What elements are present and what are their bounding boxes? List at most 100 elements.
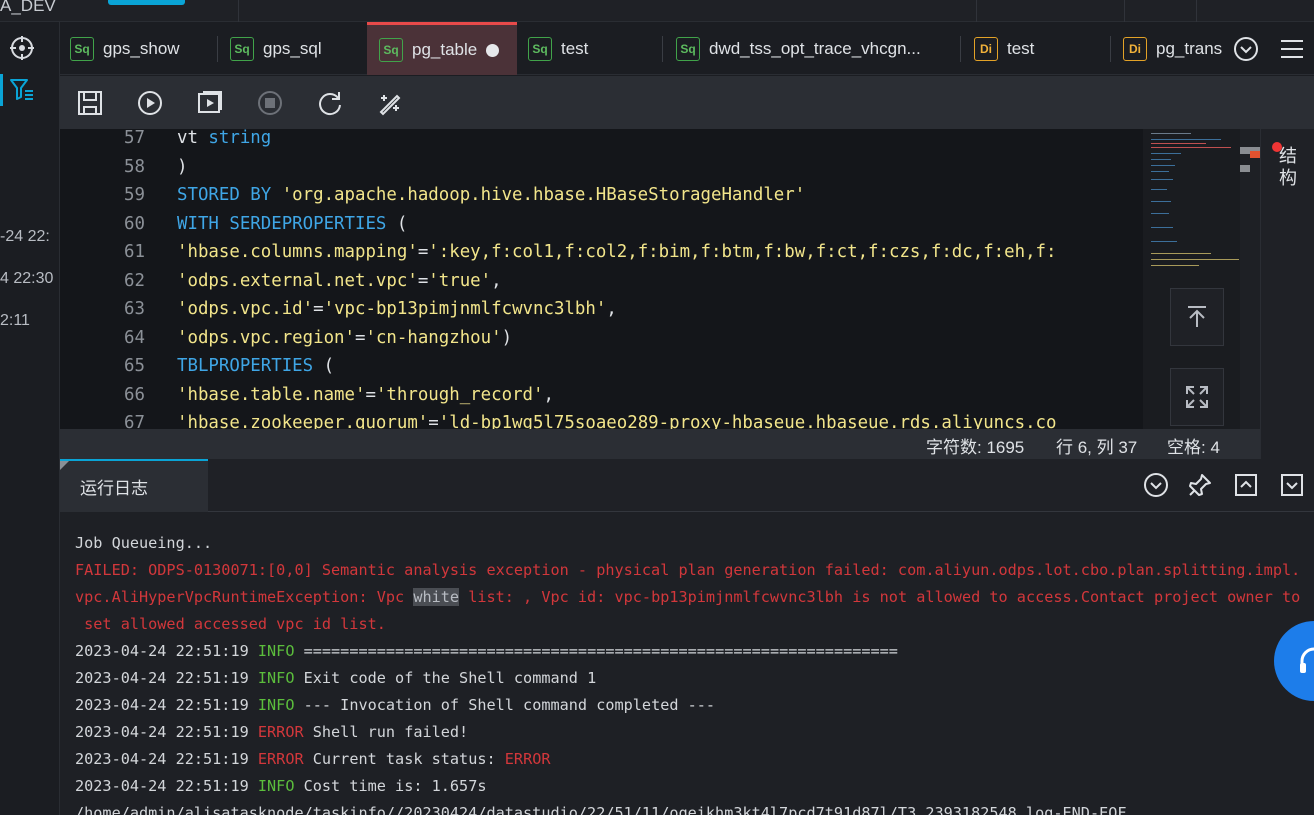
tab-label: pg_trans xyxy=(1156,38,1223,58)
tab-label: test xyxy=(1007,38,1035,58)
minimap-line xyxy=(1151,147,1231,148)
divider xyxy=(1124,0,1125,22)
tab-label: gps_sql xyxy=(263,38,322,58)
sql-file-icon: Sq xyxy=(70,36,94,61)
code-punctuation: = xyxy=(355,327,366,348)
menu-icon[interactable] xyxy=(1279,37,1305,61)
log-output[interactable]: Job Queueing... FAILED: ODPS-0130071:[0,… xyxy=(60,512,1314,815)
code-punctuation: = xyxy=(417,242,429,262)
code-line: 62 'odps.external.net.vpc'='true', xyxy=(60,267,1143,296)
di-file-icon: Di xyxy=(974,36,998,61)
code-text: 'hbase.zookeeper.quorum'='ld-bp1wg5l75so… xyxy=(177,409,1057,429)
code-line: 64 'odps.vpc.region'='cn-hangzhou') xyxy=(60,324,1143,353)
collapse-circle-icon[interactable] xyxy=(1142,471,1170,499)
log-timestamp: 2023-04-24 22:51:19 xyxy=(75,777,249,795)
line-number: 62 xyxy=(124,270,145,291)
line-number: 64 xyxy=(124,327,145,348)
log-text: vpc.AliHyperVpcRuntimeException: Vpc xyxy=(75,588,414,606)
tab-divider xyxy=(1110,36,1111,62)
left-rail: -24 22: 4 22:30 2:11 xyxy=(0,22,60,815)
pin-icon[interactable] xyxy=(1186,471,1214,499)
char-count: 字符数: 1695 xyxy=(926,438,1025,457)
filter-icon[interactable] xyxy=(0,72,44,108)
tab-pg-trans[interactable]: Di pg_trans xyxy=(1123,22,1222,75)
log-line: 2023-04-24 22:51:19 INFO Exit code of th… xyxy=(75,665,596,692)
minimap-line xyxy=(1151,153,1181,154)
minimize-panel-icon[interactable] xyxy=(1278,471,1306,499)
chevron-down-icon[interactable] xyxy=(1233,36,1259,62)
cursor-position[interactable]: 行 6, 列 37 xyxy=(1056,433,1137,458)
top-strip: A_DEV xyxy=(0,0,1314,22)
code-string: 'hbase.columns.mapping' xyxy=(177,242,418,262)
code-string: 'hbase.table.name' xyxy=(177,384,366,405)
log-line: Job Queueing... xyxy=(75,534,213,552)
log-level: INFO xyxy=(257,642,295,660)
code-punctuation: = xyxy=(365,384,376,405)
code-editor[interactable]: 57 vt string 58) 59 STORED BY 'org.apache.… xyxy=(60,129,1143,429)
code-text: WITH SERDEPROPERTIES ( xyxy=(177,210,407,239)
tab-gps-sql[interactable]: Sq gps_sql xyxy=(230,22,322,75)
scroll-to-top-button[interactable] xyxy=(1170,288,1224,346)
scroll-marker xyxy=(1240,165,1250,172)
save-icon[interactable] xyxy=(75,88,105,118)
divider xyxy=(238,0,239,22)
tab-gps-show[interactable]: Sq gps_show xyxy=(70,22,180,75)
structure-label[interactable]: 结构 xyxy=(1279,145,1299,189)
code-punctuation: , xyxy=(491,270,502,291)
tab-dwd-tss-opt-trace[interactable]: Sq dwd_tss_opt_trace_vhcgn... xyxy=(676,22,921,75)
line-number: 67 xyxy=(124,413,145,429)
log-message: Cost time is: 1.657s xyxy=(294,777,487,795)
stop-icon[interactable] xyxy=(255,88,285,118)
headset-icon xyxy=(1300,647,1314,673)
log-level: INFO xyxy=(257,777,295,795)
code-text: 'odps.vpc.id'='vpc-bp13pimjnmlfcwvnc3lbh… xyxy=(177,295,617,324)
search-highlight: white xyxy=(413,588,460,606)
minimap-line xyxy=(1151,139,1221,140)
tab-test-di[interactable]: Di test xyxy=(974,22,1034,75)
fullscreen-button[interactable] xyxy=(1170,368,1224,426)
indent-setting[interactable]: 空格: 4 xyxy=(1167,433,1220,458)
editor-scrollbar[interactable] xyxy=(1240,129,1260,429)
log-message: Exit code of the Shell command 1 xyxy=(294,669,597,687)
code-line: 66 'hbase.table.name'='through_record', xyxy=(60,381,1143,410)
run-icon[interactable] xyxy=(135,88,165,118)
line-number: 57 xyxy=(124,129,145,148)
tab-divider xyxy=(217,36,218,62)
tab-pg-table[interactable]: Sq pg_table xyxy=(367,22,517,75)
log-line-error: vpc.AliHyperVpcRuntimeException: Vpc whi… xyxy=(75,584,1300,611)
maximize-panel-icon[interactable] xyxy=(1232,471,1260,499)
unsaved-dot-icon[interactable] xyxy=(486,43,500,57)
code-line: 58) xyxy=(60,153,1143,182)
minimap-line xyxy=(1151,171,1169,172)
editor-toolbar xyxy=(60,76,1314,129)
code-string: 'cn-hangzhou' xyxy=(365,327,502,348)
refresh-icon[interactable] xyxy=(315,88,345,118)
tab-run-log[interactable]: 运行日志 xyxy=(60,459,208,512)
code-punctuation: , xyxy=(543,384,554,405)
log-line: 2023-04-24 22:51:19 INFO --- Invocation … xyxy=(75,692,715,719)
log-level: INFO xyxy=(257,696,295,714)
format-icon[interactable] xyxy=(375,88,405,118)
code-line: 59 STORED BY 'org.apache.hadoop.hive.hbas… xyxy=(60,181,1143,210)
code-punctuation: = xyxy=(417,270,429,291)
structure-panel[interactable]: 结构 xyxy=(1260,129,1314,459)
log-timestamp: 2023-04-24 22:51:19 xyxy=(75,750,249,768)
crosshair-icon[interactable] xyxy=(0,30,44,66)
sql-file-icon: Sq xyxy=(676,36,700,61)
code-line: 63 'odps.vpc.id'='vpc-bp13pimjnmlfcwvnc3l… xyxy=(60,295,1143,324)
log-line: 2023-04-24 22:51:19 INFO ===============… xyxy=(75,638,898,665)
code-punctuation: = xyxy=(313,299,324,319)
line-number: 65 xyxy=(124,356,145,376)
log-message: Shell run failed! xyxy=(303,723,469,741)
code-string: 'through_record' xyxy=(375,384,544,405)
code-string: 'hbase.zookeeper.quorum' xyxy=(177,413,429,429)
minimap-line xyxy=(1151,265,1199,266)
tab-corner xyxy=(60,461,69,470)
code-punctuation: , xyxy=(606,299,617,319)
run-with-params-icon[interactable] xyxy=(195,88,225,118)
log-line: 2023-04-24 22:51:19 ERROR Current task s… xyxy=(75,746,551,773)
tab-test[interactable]: Sq test xyxy=(528,22,588,75)
code-punctuation: ) xyxy=(501,327,513,348)
code-keyword: STORED BY xyxy=(177,185,282,205)
line-number: 63 xyxy=(124,299,145,319)
